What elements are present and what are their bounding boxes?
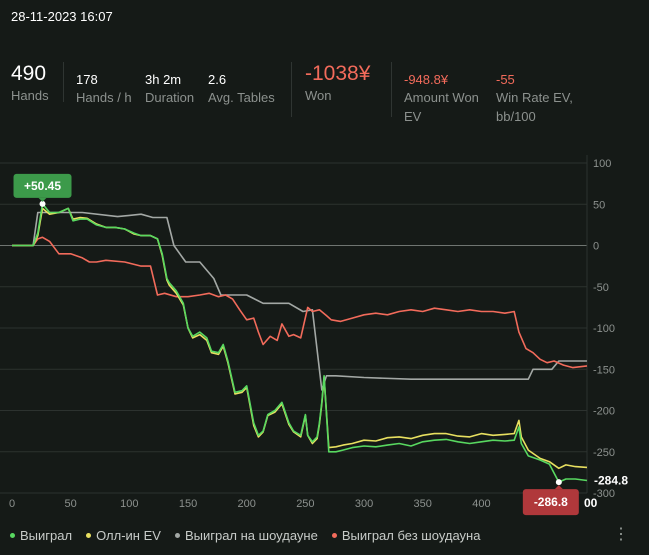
stat-win-rate-ev-label-line2: bb/100 bbox=[496, 109, 536, 124]
stat-hands-label: Hands bbox=[11, 88, 49, 103]
max-label: +50.45 bbox=[24, 179, 61, 193]
y-tick-label: -50 bbox=[593, 282, 609, 294]
stat-amount-won-ev-label-line2: EV bbox=[404, 109, 422, 124]
session-datetime: 28-11-2023 16:07 bbox=[11, 9, 113, 24]
end-partial-label: 00 bbox=[584, 496, 598, 510]
x-tick-label: 100 bbox=[120, 498, 138, 510]
profit-chart[interactable]: 100500-50-100-150-200-250-3000 50 100 150 20… bbox=[0, 145, 649, 517]
stat-won-value: -1038¥ bbox=[305, 62, 371, 85]
x-tick-label: 300 bbox=[355, 498, 373, 510]
stats-divider bbox=[291, 62, 292, 117]
stat-amount-won-ev-label-line1: Amount Won bbox=[404, 90, 479, 105]
x-tick-label: 350 bbox=[414, 498, 432, 510]
stat-win-rate-ev-label-line1: Win Rate EV, bbox=[496, 90, 573, 105]
min-label-pointer bbox=[554, 485, 563, 490]
stat-avg-tables: 2.6 Avg. Tables bbox=[208, 72, 275, 107]
x-tick-label: 400 bbox=[472, 498, 490, 510]
y-tick-label: -250 bbox=[593, 447, 615, 459]
legend-label: Выиграл без шоудауна bbox=[341, 528, 481, 543]
x-tick-label: 0 bbox=[9, 498, 15, 510]
stat-amount-won-ev: -948.8¥ Amount Won EV bbox=[404, 72, 479, 126]
stat-won-label: Won bbox=[305, 88, 332, 103]
x-tick-label: 200 bbox=[238, 498, 256, 510]
stat-avg-tables-label: Avg. Tables bbox=[208, 90, 275, 105]
legend-item-won[interactable]: Выиграл bbox=[10, 528, 72, 543]
legend-item-allin-ev[interactable]: Олл-ин EV bbox=[86, 528, 161, 543]
stat-hands-per-hour: 178 Hands / h bbox=[76, 72, 132, 107]
y-tick-label: -150 bbox=[593, 364, 615, 376]
legend-label: Выиграл на шоудауне bbox=[184, 528, 318, 543]
y-tick-label: 50 bbox=[593, 199, 605, 211]
legend-dot-icon bbox=[10, 533, 15, 538]
x-tick-label: 150 bbox=[179, 498, 197, 510]
y-tick-label: -100 bbox=[593, 323, 615, 335]
min-point-marker bbox=[555, 479, 562, 486]
stat-win-rate-ev-value: -55 bbox=[496, 72, 515, 87]
series-line-3 bbox=[12, 236, 588, 369]
x-tick-label: 50 bbox=[65, 498, 77, 510]
legend-dot-icon bbox=[86, 533, 92, 538]
legend-dot-icon bbox=[331, 533, 337, 538]
stat-hands: 490 Hands bbox=[11, 62, 49, 105]
min-label: -286.8 bbox=[534, 495, 568, 509]
series-line-1 bbox=[12, 207, 588, 470]
stat-hands-value: 490 bbox=[11, 62, 47, 85]
stat-duration: 3h 2m Duration bbox=[145, 72, 194, 107]
legend-item-showdown[interactable]: Выиграл на шоудауне bbox=[174, 528, 318, 543]
stats-divider bbox=[63, 62, 64, 102]
chart-legend: Выиграл Олл-ин EV Выиграл на шоудауне Вы… bbox=[10, 528, 480, 543]
max-label-pointer bbox=[38, 197, 47, 202]
more-vertical-icon[interactable]: ⋮ bbox=[613, 524, 629, 544]
y-tick-label: -200 bbox=[593, 406, 615, 418]
stat-duration-value: 3h 2m bbox=[145, 72, 182, 87]
stat-amount-won-ev-value: -948.8¥ bbox=[404, 72, 449, 87]
stat-duration-label: Duration bbox=[145, 90, 195, 105]
stat-hands-per-hour-label: Hands / h bbox=[76, 90, 132, 105]
stat-avg-tables-value: 2.6 bbox=[208, 72, 227, 87]
stat-won: -1038¥ Won bbox=[305, 62, 370, 105]
stat-win-rate-ev: -55 Win Rate EV, bb/100 bbox=[496, 72, 573, 126]
y-tick-label: 100 bbox=[593, 158, 611, 170]
stats-divider bbox=[391, 62, 392, 117]
end-value-label: -284.8 bbox=[594, 473, 628, 487]
legend-dot-icon bbox=[174, 533, 180, 538]
y-tick-label: 0 bbox=[593, 241, 599, 253]
legend-label: Олл-ин EV bbox=[96, 528, 161, 543]
legend-label: Выиграл bbox=[20, 528, 73, 543]
stat-hands-per-hour-value: 178 bbox=[76, 72, 98, 87]
x-tick-label: 250 bbox=[296, 498, 314, 510]
legend-item-non-showdown[interactable]: Выиграл без шоудауна bbox=[331, 528, 481, 543]
series-line-2 bbox=[12, 211, 587, 391]
